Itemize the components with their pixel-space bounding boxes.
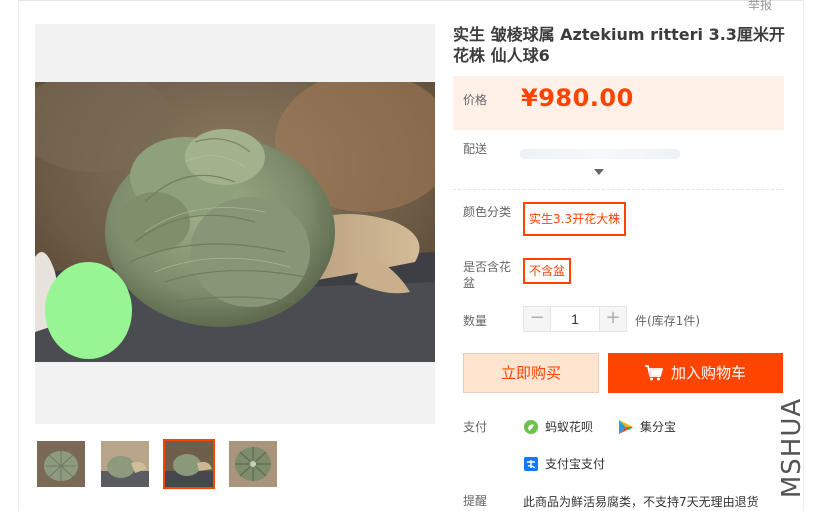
buy-now-button[interactable]: 立即购买 — [463, 353, 599, 393]
payment-label: 支付 — [463, 420, 488, 434]
report-link[interactable]: 举报 — [748, 0, 772, 13]
section-divider — [453, 189, 784, 190]
payment-method-name: 集分宝 — [640, 420, 677, 434]
thumbnail-4[interactable] — [227, 439, 279, 489]
jifenbao-icon — [619, 419, 633, 434]
quantity-stepper: − + — [523, 306, 627, 332]
pot-label: 是否含花盆 — [463, 260, 512, 290]
increment-button[interactable]: + — [600, 307, 626, 331]
watermark-text: MSHUA — [777, 397, 807, 499]
decrement-button[interactable]: − — [524, 307, 550, 331]
price-label: 价格 — [463, 93, 488, 107]
stock-info: 件(库存1件) — [635, 314, 700, 328]
quantity-label: 数量 — [463, 314, 488, 328]
add-to-cart-button[interactable]: 加入购物车 — [608, 353, 783, 393]
color-label: 颜色分类 — [463, 205, 512, 219]
reminder-label: 提醒 — [463, 494, 488, 508]
thumbnail-1[interactable] — [35, 439, 87, 489]
reminder-text: 此商品为鲜活易腐类，不支持7天无理由退货 — [523, 495, 759, 509]
sku-option-pot[interactable]: 不含盆 — [523, 258, 572, 284]
payment-method-jifenbao: 集分宝 — [618, 418, 676, 435]
payment-method-alipay: 支付宝支付 — [523, 455, 605, 472]
green-disc-overlay — [45, 262, 132, 359]
quantity-input[interactable] — [550, 307, 600, 331]
alipay-icon — [524, 456, 538, 471]
shipping-label: 配送 — [463, 142, 488, 156]
payment-method-name: 支付宝支付 — [545, 457, 606, 471]
thumbnail-3[interactable] — [163, 439, 215, 489]
payment-method-name: 蚂蚁花呗 — [545, 420, 594, 434]
watermark: MSHUA — [775, 393, 809, 503]
add-to-cart-label: 加入购物车 — [670, 364, 746, 382]
shipping-destination[interactable] — [520, 149, 680, 159]
main-product-image[interactable] — [35, 24, 435, 424]
huabei-icon — [524, 419, 538, 434]
price-value: ¥980.00 — [521, 84, 634, 112]
thumbnail-2[interactable] — [99, 439, 151, 489]
chevron-down-icon[interactable] — [594, 169, 604, 175]
payment-method-huabei: 蚂蚁花呗 — [523, 418, 593, 435]
price-box: 价格 ¥980.00 — [453, 76, 784, 130]
cart-icon — [644, 365, 663, 381]
product-title: 实生 皱棱球属 Aztekium ritteri 3.3厘米开花株 仙人球6 — [453, 25, 785, 65]
sku-option-color[interactable]: 实生3.3开花大株 — [523, 202, 627, 236]
